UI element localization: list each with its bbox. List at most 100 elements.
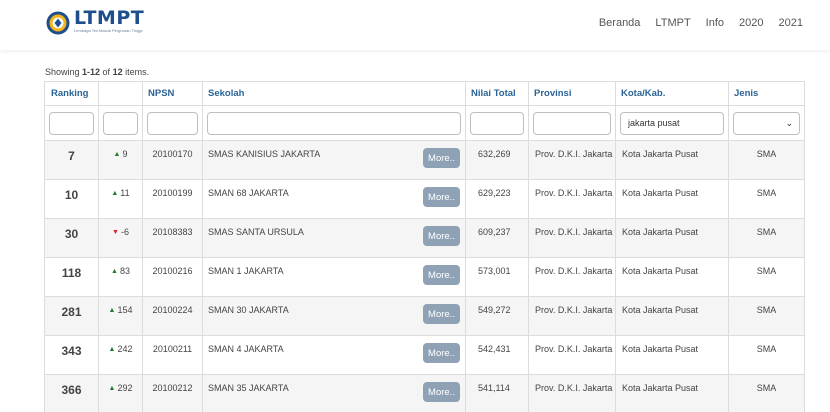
- rank-change-value: -6: [120, 227, 129, 237]
- table-row: 10 ▲ 11 20100199 SMAN 68 JAKARTA More.. 629,22…: [44, 179, 805, 219]
- summary-total: 12: [112, 67, 123, 77]
- npsn-cell: 20100212: [142, 374, 203, 412]
- nav-2021[interactable]: 2021: [779, 17, 803, 29]
- provinsi-cell: Prov. D.K.I. Jakarta: [528, 296, 616, 336]
- provinsi-cell: Prov. D.K.I. Jakarta: [528, 218, 616, 258]
- ranking-cell: 366: [44, 374, 99, 412]
- filter-change-input[interactable]: [103, 111, 138, 135]
- rank-change-value: 154: [117, 305, 133, 315]
- ranking-cell: 281: [44, 296, 99, 336]
- col-nilai-total[interactable]: Nilai Total: [465, 81, 529, 106]
- logo-title: LTMPT: [74, 7, 145, 29]
- nav-beranda[interactable]: Beranda: [599, 17, 641, 29]
- npsn-cell: 20100224: [142, 296, 203, 336]
- sekolah-name: SMAS KANISIUS JAKARTA: [208, 149, 321, 159]
- jenis-cell: SMA: [728, 257, 805, 297]
- more-button[interactable]: More..: [423, 187, 460, 207]
- provinsi-cell: Prov. D.K.I. Jakarta: [528, 257, 616, 297]
- table-row: 343 ▲ 242 20100211 SMAN 4 JAKARTA More.. 542,4…: [44, 335, 805, 375]
- more-button[interactable]: More..: [423, 304, 460, 324]
- ranking-table: Ranking NPSN Sekolah Nilai Total Provins…: [44, 81, 805, 412]
- nilai-total-cell: 609,237: [465, 218, 529, 258]
- provinsi-cell: Prov. D.K.I. Jakarta: [528, 335, 616, 375]
- table-row: 30 ▼ -6 20108383 SMAS SANTA URSULA More.. 609,…: [44, 218, 805, 258]
- nilai-total-cell: 542,431: [465, 335, 529, 375]
- sekolah-name: SMAN 68 JAKARTA: [208, 188, 289, 198]
- kota-cell: Kota Jakarta Pusat: [615, 296, 729, 336]
- provinsi-cell: Prov. D.K.I. Jakarta: [528, 374, 616, 412]
- npsn-cell: 20108383: [142, 218, 203, 258]
- col-sekolah[interactable]: Sekolah: [202, 81, 466, 106]
- col-npsn[interactable]: NPSN: [142, 81, 203, 106]
- table-body: 7 ▲ 9 20100170 SMAS KANISIUS JAKARTA More.. 63…: [44, 140, 805, 412]
- nilai-total-cell: 541,114: [465, 374, 529, 412]
- col-provinsi[interactable]: Provinsi: [528, 81, 616, 106]
- table-row: 118 ▲ 83 20100216 SMAN 1 JAKARTA More.. 573,00…: [44, 257, 805, 297]
- arrow-up-icon: ▲: [113, 151, 121, 158]
- chevron-down-icon: ⌄: [785, 117, 793, 128]
- rank-change-cell: ▲ 83: [98, 257, 143, 297]
- sekolah-cell: SMAS KANISIUS JAKARTA More..: [202, 140, 466, 180]
- jenis-cell: SMA: [728, 179, 805, 219]
- filter-provinsi-input[interactable]: [533, 111, 611, 135]
- filter-npsn-input[interactable]: [147, 111, 198, 135]
- ltmpt-logo[interactable]: LTMPT Lembaga Tes Masuk Perguruan Tinggi: [46, 9, 144, 39]
- jenis-cell: SMA: [728, 374, 805, 412]
- rank-change-value: 242: [117, 344, 133, 354]
- top-nav: Beranda LTMPT Info 2020 2021: [584, 17, 803, 29]
- navbar: LTMPT Lembaga Tes Masuk Perguruan Tinggi…: [0, 0, 830, 50]
- nilai-total-cell: 629,223: [465, 179, 529, 219]
- arrow-up-icon: ▲: [108, 307, 116, 314]
- nilai-total-cell: 573,001: [465, 257, 529, 297]
- result-summary: Showing 1-12 of 12 items.: [45, 67, 150, 77]
- col-ranking[interactable]: Ranking: [44, 81, 99, 106]
- more-button[interactable]: More..: [423, 343, 460, 363]
- nav-2020[interactable]: 2020: [739, 17, 763, 29]
- kota-cell: Kota Jakarta Pusat: [615, 374, 729, 412]
- nilai-total-cell: 549,272: [465, 296, 529, 336]
- rank-change-cell: ▲ 154: [98, 296, 143, 336]
- kota-cell: Kota Jakarta Pusat: [615, 140, 729, 180]
- rank-change-value: 11: [120, 188, 130, 198]
- jenis-cell: SMA: [728, 218, 805, 258]
- sekolah-name: SMAN 30 JAKARTA: [208, 305, 289, 315]
- sekolah-cell: SMAN 1 JAKARTA More..: [202, 257, 466, 297]
- logo-subtitle: Lembaga Tes Masuk Perguruan Tinggi: [74, 28, 143, 33]
- kota-cell: Kota Jakarta Pusat: [615, 257, 729, 297]
- sekolah-cell: SMAN 35 JAKARTA More..: [202, 374, 466, 412]
- kota-cell: Kota Jakarta Pusat: [615, 218, 729, 258]
- npsn-cell: 20100211: [142, 335, 203, 375]
- summary-range: 1-12: [82, 67, 101, 77]
- npsn-cell: 20100170: [142, 140, 203, 180]
- jenis-cell: SMA: [728, 140, 805, 180]
- kota-cell: Kota Jakarta Pusat: [615, 179, 729, 219]
- col-kota[interactable]: Kota/Kab.: [615, 81, 729, 106]
- filter-nilai-input[interactable]: [470, 111, 524, 135]
- more-button[interactable]: More..: [423, 382, 460, 402]
- filter-jenis-select[interactable]: ⌄: [733, 111, 800, 135]
- rank-change-value: 83: [119, 266, 130, 276]
- ltmpt-emblem-icon: [46, 11, 70, 35]
- sekolah-cell: SMAN 4 JAKARTA More..: [202, 335, 466, 375]
- rank-change-cell: ▲ 11: [98, 179, 143, 219]
- kota-cell: Kota Jakarta Pusat: [615, 335, 729, 375]
- nav-ltmpt[interactable]: LTMPT: [655, 17, 690, 29]
- nilai-total-cell: 632,269: [465, 140, 529, 180]
- jenis-cell: SMA: [728, 296, 805, 336]
- rank-change-value: 292: [117, 383, 133, 393]
- sekolah-cell: SMAN 68 JAKARTA More..: [202, 179, 466, 219]
- ranking-cell: 30: [44, 218, 99, 258]
- col-jenis[interactable]: Jenis: [728, 81, 805, 106]
- table-header-row: Ranking NPSN Sekolah Nilai Total Provins…: [44, 81, 805, 106]
- filter-sekolah-input[interactable]: [207, 111, 461, 135]
- ranking-cell: 7: [44, 140, 99, 180]
- filter-kota-input[interactable]: [620, 111, 724, 135]
- more-button[interactable]: More..: [423, 265, 460, 285]
- nav-info[interactable]: Info: [706, 17, 724, 29]
- more-button[interactable]: More..: [423, 148, 460, 168]
- more-button[interactable]: More..: [423, 226, 460, 246]
- sekolah-name: SMAS SANTA URSULA: [208, 227, 304, 237]
- arrow-up-icon: ▲: [111, 268, 118, 275]
- table-row: 281 ▲ 154 20100224 SMAN 30 JAKARTA More.. 549,…: [44, 296, 805, 336]
- filter-ranking-input[interactable]: [49, 111, 94, 135]
